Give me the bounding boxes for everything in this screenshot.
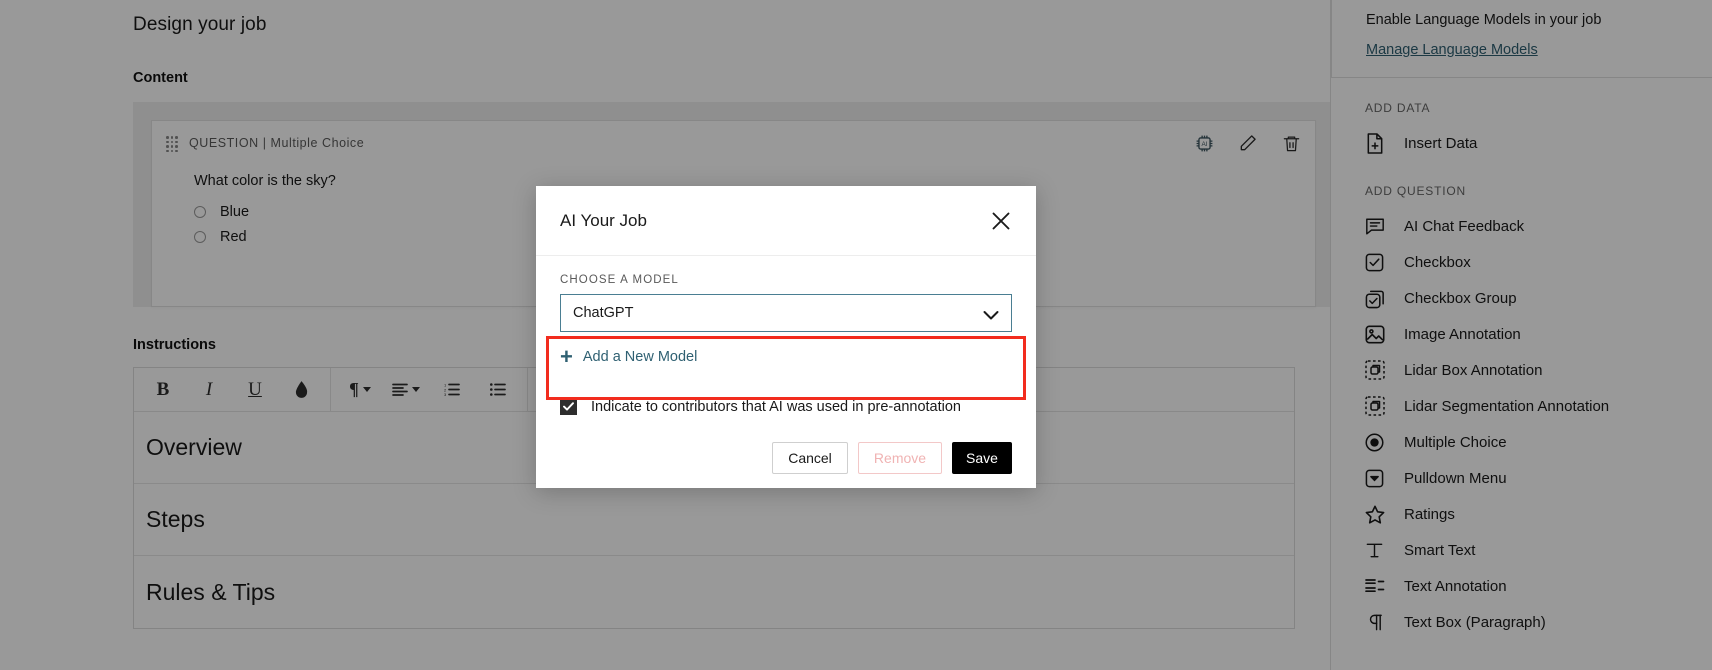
chevron-down-icon <box>983 308 999 326</box>
checkbox-checked-icon[interactable] <box>560 398 577 415</box>
indicate-ai-checkbox-row[interactable]: Indicate to contributors that AI was use… <box>560 398 1012 415</box>
dialog-title: AI Your Job <box>560 210 647 230</box>
model-select-value: ChatGPT <box>573 305 634 321</box>
dialog-save-button[interactable]: Save <box>952 442 1012 474</box>
dialog-actions: Cancel Remove Save <box>560 442 1012 474</box>
app-root: Design your job Content QUESTION | Multi… <box>0 0 1712 670</box>
model-select[interactable]: ChatGPT <box>560 294 1012 332</box>
cancel-button[interactable]: Cancel <box>772 442 848 474</box>
indicate-ai-checkbox-label: Indicate to contributors that AI was use… <box>591 398 961 415</box>
remove-button[interactable]: Remove <box>858 442 942 474</box>
dialog-header: AI Your Job <box>536 186 1036 256</box>
close-icon[interactable] <box>990 210 1012 232</box>
plus-icon: + <box>560 344 573 369</box>
ai-your-job-dialog: AI Your Job CHOOSE A MODEL ChatGPT + Add… <box>536 186 1036 488</box>
dialog-body: CHOOSE A MODEL ChatGPT + Add a New Model <box>536 256 1036 474</box>
add-new-model-label: Add a New Model <box>582 349 698 365</box>
choose-a-model-label: CHOOSE A MODEL <box>560 274 679 286</box>
add-new-model-button[interactable]: + Add a New Model <box>560 346 1012 368</box>
